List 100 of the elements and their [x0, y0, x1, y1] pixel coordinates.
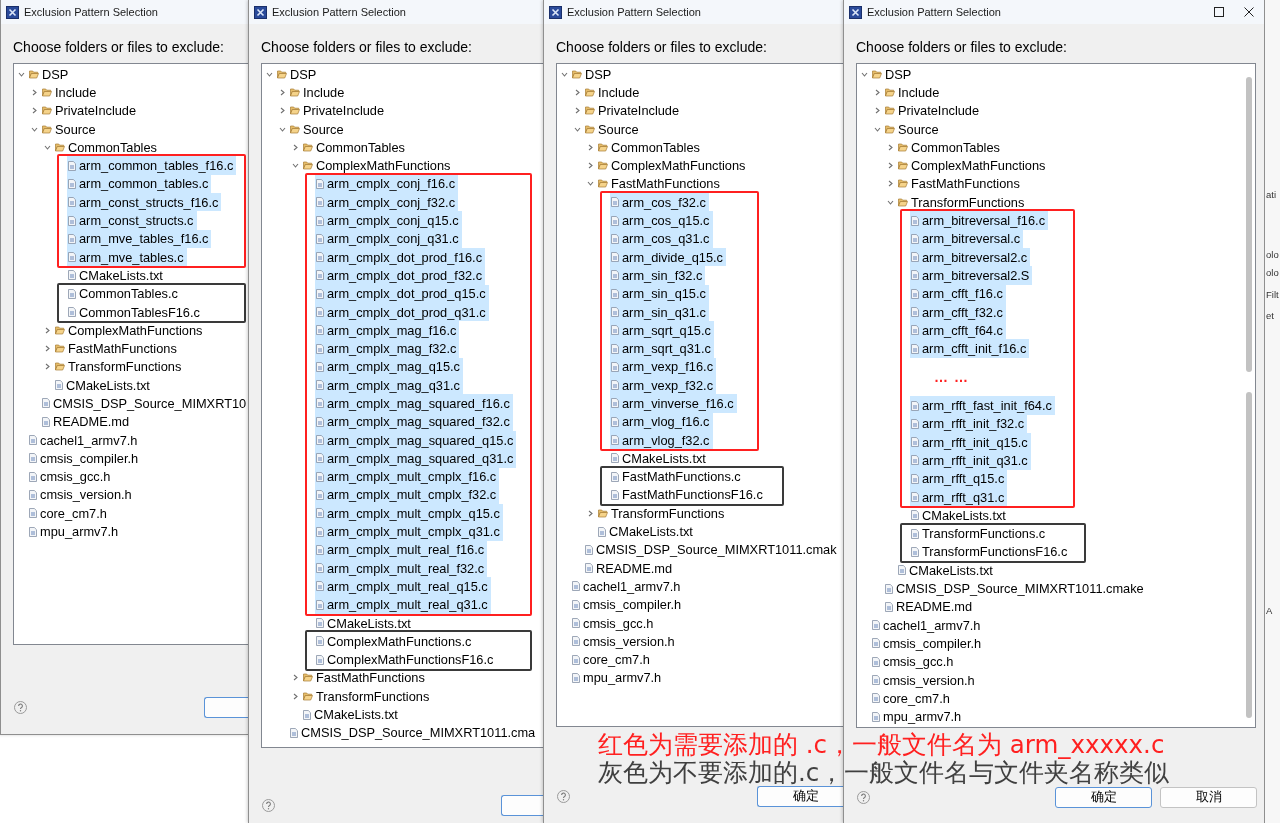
scroll-thumb[interactable]	[1246, 77, 1252, 372]
tree-item[interactable]: CMSIS_DSP_Source_MIMXRT1011.cmake	[884, 579, 1147, 598]
tree-item[interactable]: cmsis_version.h	[871, 670, 978, 690]
tree-item[interactable]: PrivateInclude	[289, 101, 388, 120]
tree-item[interactable]: arm_cmplx_dot_prod_f16.c	[315, 247, 486, 267]
tree-item[interactable]: README.md	[41, 412, 133, 431]
tree-item[interactable]: arm_common_tables_f16.c	[67, 156, 237, 175]
chevron-down-icon[interactable]	[266, 70, 273, 78]
chevron-right-icon[interactable]	[44, 326, 51, 334]
tree-item[interactable]: cachel1_armv7.h	[571, 577, 684, 596]
tree-item[interactable]: Source	[584, 119, 642, 139]
tree-item[interactable]: arm_rfft_init_q31.c	[910, 451, 1031, 470]
tree-item[interactable]: ComplexMathFunctions	[597, 156, 749, 175]
tree-item[interactable]: ComplexMathFunctionsF16.c	[315, 650, 497, 669]
tree-item[interactable]: CMakeLists.txt	[302, 705, 401, 724]
tree-item[interactable]: cmsis_compiler.h	[28, 449, 142, 468]
tree-item[interactable]: PrivateInclude	[884, 101, 983, 120]
chevron-down-icon[interactable]	[887, 198, 894, 206]
chevron-right-icon[interactable]	[31, 88, 38, 96]
tree-item[interactable]: cachel1_armv7.h	[871, 616, 984, 635]
tree-item[interactable]: ComplexMathFunctions	[54, 321, 206, 340]
chevron-right-icon[interactable]	[279, 88, 286, 96]
chevron-right-icon[interactable]	[874, 107, 881, 115]
tree-item[interactable]: CommonTables	[597, 138, 703, 157]
tree-item[interactable]: arm_cmplx_mult_cmplx_q15.c	[315, 504, 503, 523]
chevron-right-icon[interactable]	[587, 509, 594, 517]
chevron-right-icon[interactable]	[587, 143, 594, 151]
tree-item[interactable]: cmsis_version.h	[571, 632, 678, 651]
tree-item[interactable]: mpu_armv7.h	[571, 668, 665, 688]
tree-item[interactable]: CommonTables.c	[67, 284, 181, 303]
tree-item[interactable]: Include	[884, 83, 943, 102]
scroll-thumb[interactable]	[1246, 392, 1252, 718]
tree-item[interactable]: PrivateInclude	[41, 101, 140, 120]
tree-item[interactable]: Include	[289, 83, 348, 102]
tree-item[interactable]: DSP	[871, 65, 915, 84]
tree-item[interactable]: FastMathFunctions.c	[610, 467, 744, 486]
tree-item[interactable]: arm_rfft_fast_init_f64.c	[910, 396, 1055, 415]
help-icon[interactable]	[14, 701, 27, 714]
tree-item[interactable]: arm_cos_f32.c	[610, 193, 709, 212]
dialog-button[interactable]	[501, 795, 543, 816]
tree-item[interactable]: arm_vinverse_f16.c	[610, 394, 737, 413]
tree-item[interactable]: arm_cmplx_conj_f16.c	[315, 174, 459, 194]
tree-item[interactable]: FastMathFunctionsF16.c	[610, 485, 766, 505]
chevron-down-icon[interactable]	[31, 125, 38, 133]
tree-item[interactable]: FastMathFunctions	[54, 339, 180, 358]
help-icon[interactable]	[262, 799, 275, 812]
tree-item[interactable]: arm_cfft_init_f16.c	[910, 339, 1030, 358]
tree-item[interactable]: TransformFunctions.c	[910, 524, 1049, 543]
tree-item[interactable]: CMSIS_DSP_Source_MIMXRT1011.cmak	[584, 540, 840, 559]
chevron-down-icon[interactable]	[861, 70, 868, 78]
tree-item[interactable]: TransformFunctions	[597, 504, 728, 523]
chevron-down-icon[interactable]	[874, 125, 881, 133]
tree-item[interactable]: CMakeLists.txt	[910, 506, 1009, 525]
tree-item[interactable]: CMakeLists.txt	[315, 613, 414, 633]
tree-item[interactable]: arm_sqrt_q31.c	[610, 339, 714, 358]
tree-item[interactable]: CMakeLists.txt	[610, 449, 709, 468]
tree-item[interactable]: core_cm7.h	[571, 650, 653, 669]
chevron-right-icon[interactable]	[279, 107, 286, 115]
tree-item[interactable]: TransformFunctions	[302, 687, 433, 706]
tree-item[interactable]: FastMathFunctions	[597, 174, 723, 194]
tree-item[interactable]: mpu_armv7.h	[28, 522, 122, 541]
chevron-right-icon[interactable]	[574, 88, 581, 96]
chevron-right-icon[interactable]	[874, 88, 881, 96]
tree-item[interactable]: arm_const_structs_f16.c	[67, 193, 222, 212]
tree-item[interactable]: arm_cmplx_mag_f32.c	[315, 339, 460, 358]
tree-item[interactable]: CMSIS_DSP_Source_MIMXRT1011.cma	[289, 723, 539, 742]
help-icon[interactable]	[557, 790, 570, 803]
tree-item[interactable]: arm_cmplx_mult_cmplx_q31.c	[315, 522, 503, 541]
tree-item[interactable]: DSP	[28, 65, 72, 84]
chevron-right-icon[interactable]	[44, 345, 51, 353]
tree-item[interactable]: arm_const_structs.c	[67, 211, 197, 230]
tree-item[interactable]: arm_cfft_f64.c	[910, 321, 1006, 340]
tree-item[interactable]: cachel1_armv7.h	[28, 430, 141, 450]
tree-item[interactable]: PrivateInclude	[584, 101, 683, 120]
tree-item[interactable]: arm_mve_tables_f16.c	[67, 229, 212, 248]
tree-item[interactable]: mpu_armv7.h	[871, 707, 965, 726]
chevron-right-icon[interactable]	[292, 692, 299, 700]
tree-item[interactable]: arm_bitreversal_f16.c	[910, 211, 1049, 230]
tree-item[interactable]: arm_cmplx_conj_q15.c	[315, 211, 462, 230]
tree-item[interactable]: Include	[584, 83, 643, 102]
tree-item[interactable]: arm_cmplx_mag_squared_q31.c	[315, 449, 517, 468]
dialog-button[interactable]: 确定	[757, 786, 843, 807]
chevron-right-icon[interactable]	[292, 674, 299, 682]
dialog-button[interactable]: 确定	[1055, 787, 1152, 808]
tree-item[interactable]: README.md	[584, 559, 676, 578]
dialog-button[interactable]: 取消	[1160, 787, 1257, 808]
tree-item[interactable]: arm_bitreversal2.c	[910, 247, 1031, 267]
tree-item[interactable]: ComplexMathFunctions.c	[315, 632, 475, 651]
tree-item[interactable]: arm_sqrt_q15.c	[610, 321, 714, 340]
tree-item[interactable]: ComplexMathFunctions	[302, 156, 454, 175]
tree-item[interactable]: TransformFunctions	[897, 193, 1028, 212]
tree-item[interactable]: arm_cmplx_mag_q31.c	[315, 376, 463, 395]
tree-item[interactable]: CommonTables	[302, 138, 408, 157]
tree-item[interactable]: README.md	[884, 597, 976, 616]
help-icon[interactable]	[857, 791, 870, 804]
dialog-button[interactable]	[204, 697, 248, 718]
tree-item[interactable]: CommonTablesF16.c	[67, 302, 203, 322]
tree-item[interactable]: arm_vexp_f32.c	[610, 376, 717, 395]
tree-item[interactable]: CMSIS_DSP_Source_MIMXRT10	[41, 394, 248, 413]
tree-item[interactable]: arm_cos_q15.c	[610, 211, 713, 230]
